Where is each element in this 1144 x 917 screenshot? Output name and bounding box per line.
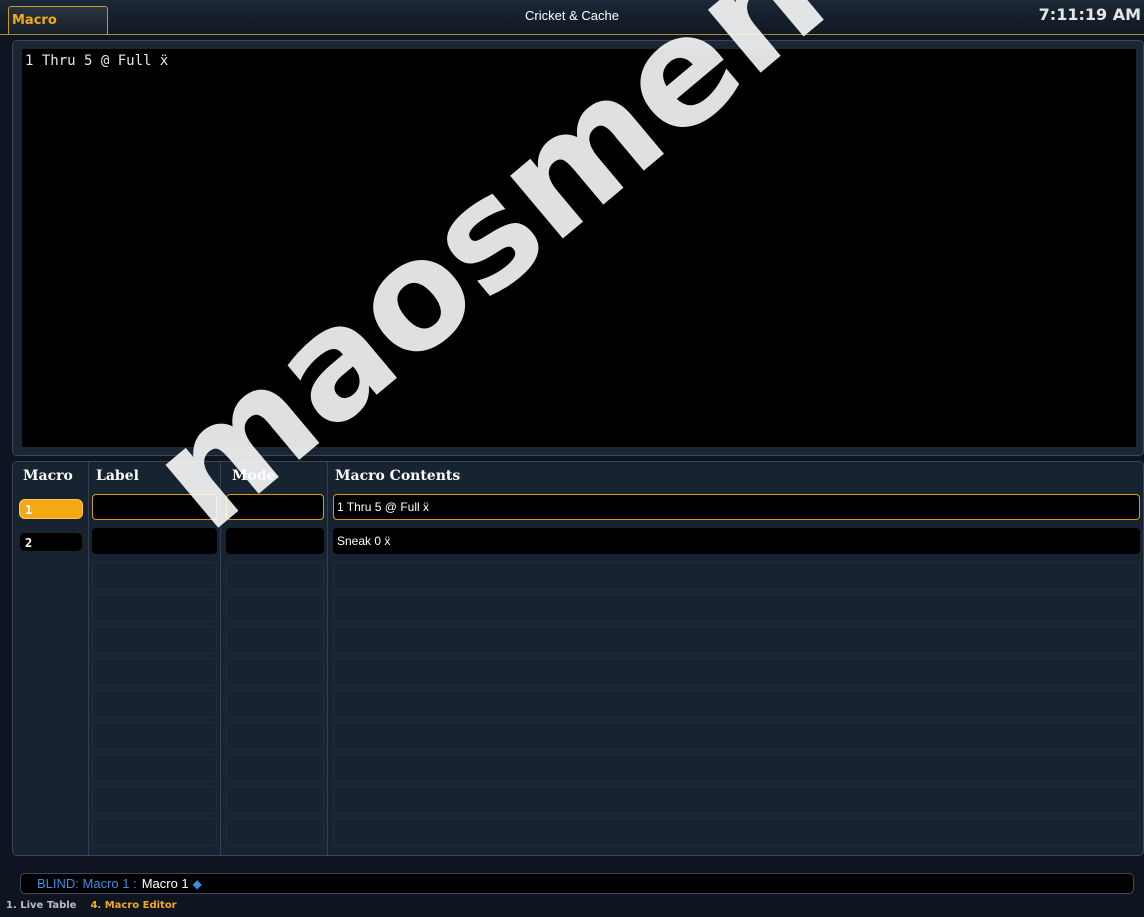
empty-table-row [226, 786, 324, 814]
command-line-mode: BLIND: Macro 1 : [37, 876, 137, 891]
empty-table-row [333, 754, 1140, 782]
column-separator [220, 462, 221, 855]
empty-table-row [226, 818, 324, 846]
bottom-tab-strip: 1. Live Table 4. Macro Editor [6, 900, 177, 911]
empty-table-row [226, 722, 324, 750]
clock: 7:11:19 AM [1038, 5, 1141, 24]
empty-table-row [333, 690, 1140, 718]
empty-table-row [226, 594, 324, 622]
empty-table-row [226, 690, 324, 718]
editor-panel: 1 Thru 5 @ Full ẍ [12, 40, 1144, 456]
macro-number-cell[interactable]: 1 [19, 499, 83, 519]
empty-table-row [333, 626, 1140, 654]
macro-text-editor[interactable]: 1 Thru 5 @ Full ẍ [22, 49, 1136, 447]
empty-table-row [92, 594, 217, 622]
empty-table-row [92, 722, 217, 750]
show-name: Cricket & Cache [525, 8, 619, 23]
column-header-macro-contents[interactable]: Macro Contents [335, 468, 460, 484]
column-header-mode[interactable]: Mode [232, 468, 276, 484]
empty-table-row [92, 818, 217, 846]
column-separator [327, 462, 328, 855]
empty-table-row [92, 626, 217, 654]
title-bar: Macro Editor Cricket & Cache 7:11:19 AM [0, 0, 1144, 56]
command-line[interactable]: BLIND: Macro 1 : Macro 1 ◆ [20, 873, 1134, 894]
tab-macro-editor-bottom[interactable]: 4. Macro Editor [90, 900, 176, 911]
blue-diamond-icon: ◆ [192, 877, 202, 891]
empty-table-row [92, 562, 217, 590]
macro-contents-cell[interactable]: Sneak 0 ẍ [333, 528, 1140, 554]
macro-contents-cell[interactable]: 1 Thru 5 @ Full ẍ [333, 494, 1140, 520]
macro-table: Macro Label Mode Macro Contents 1 1 Thru… [12, 461, 1144, 856]
empty-table-row [333, 658, 1140, 686]
empty-table-row [226, 562, 324, 590]
empty-table-row [226, 658, 324, 686]
mode-cell[interactable] [226, 528, 324, 554]
empty-table-row [92, 754, 217, 782]
empty-table-row [333, 786, 1140, 814]
column-separator [88, 462, 89, 855]
empty-table-row [92, 690, 217, 718]
empty-table-row [333, 594, 1140, 622]
column-header-label[interactable]: Label [96, 468, 139, 484]
empty-table-row [226, 626, 324, 654]
empty-table-row [226, 754, 324, 782]
column-header-macro[interactable]: Macro [23, 468, 73, 484]
tab-live-table[interactable]: 1. Live Table [6, 900, 76, 911]
empty-table-row [333, 722, 1140, 750]
label-cell[interactable] [92, 494, 217, 520]
command-line-text: Macro 1 [141, 876, 189, 891]
empty-table-row [92, 786, 217, 814]
empty-table-row [92, 658, 217, 686]
empty-table-row [333, 562, 1140, 590]
label-cell[interactable] [92, 528, 217, 554]
empty-table-row [333, 818, 1140, 846]
macro-number-cell[interactable]: 2 [19, 532, 83, 552]
mode-cell[interactable] [226, 494, 324, 520]
